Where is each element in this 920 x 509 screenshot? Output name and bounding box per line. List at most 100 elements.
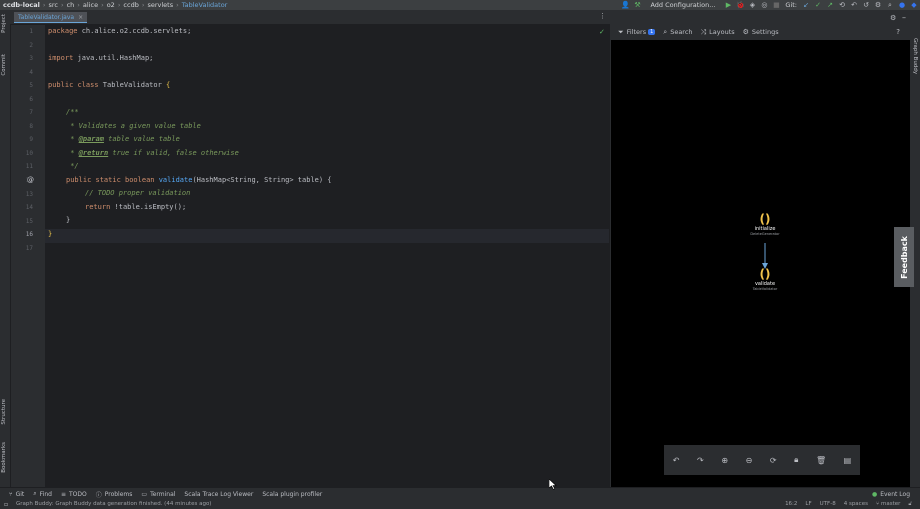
breadcrumb-alice[interactable]: alice — [80, 1, 101, 9]
breadcrumb-src[interactable]: src — [45, 1, 61, 9]
git-label: Git: — [785, 1, 797, 9]
tab-layouts[interactable]: ⤨ Layouts — [701, 28, 735, 37]
breadcrumb-project[interactable]: ccdb-local — [0, 1, 43, 9]
tool-tab-find[interactable]: ⌕ Find — [33, 490, 52, 498]
line-number: 5 — [29, 82, 33, 89]
search-everywhere-icon[interactable]: ⌕ — [886, 1, 894, 9]
save-image-icon[interactable]: ▤ — [844, 456, 852, 465]
method-node-icon: () — [759, 212, 771, 226]
help-icon[interactable]: ? — [896, 28, 900, 36]
feedback-button[interactable]: Feedback — [894, 227, 914, 287]
method-node-icon: () — [759, 267, 771, 281]
structure-tool-button[interactable]: Structure — [1, 399, 7, 425]
code-line: * @param table value table — [66, 135, 180, 143]
filters-badge: 1 — [648, 29, 656, 35]
user-icon[interactable]: 👤 — [621, 1, 630, 9]
assistant-icon[interactable]: ◆ — [910, 1, 918, 9]
tool-tab-scala-trace[interactable]: Scala Trace Log Viewer — [184, 491, 253, 498]
editor-tab-strip: TableValidator.java × ⋮ — [10, 10, 610, 25]
graph-canvas[interactable]: () initialize DeleteGenerator () validat… — [611, 40, 910, 487]
current-line-highlight — [45, 229, 609, 243]
add-configuration-button[interactable]: Add Configuration... — [647, 1, 718, 9]
coverage-icon[interactable]: ◈ — [748, 1, 756, 9]
lock-icon[interactable]: 🔒︎ — [794, 455, 798, 465]
breadcrumb-servlets[interactable]: servlets — [144, 1, 176, 9]
breadcrumb-ch[interactable]: ch — [64, 1, 78, 9]
tool-tab-problems[interactable]: ⓘ Problems — [96, 490, 133, 499]
zoom-in-icon[interactable]: ⊕ — [721, 456, 728, 465]
project-tool-button[interactable]: Project — [1, 14, 7, 33]
splitter[interactable] — [609, 24, 610, 487]
search-icon: ⌕ — [33, 490, 37, 497]
method-marker-icon[interactable]: @ — [27, 176, 34, 184]
git-push-icon[interactable]: ↗ — [826, 1, 834, 9]
git-commit-icon[interactable]: ✓ — [814, 1, 822, 9]
line-number: 3 — [29, 55, 33, 62]
caret-position[interactable]: 16:2 — [785, 501, 797, 508]
commit-tool-button[interactable]: Commit — [1, 54, 7, 76]
line-number: 11 — [25, 163, 33, 170]
debug-icon[interactable]: 🐞 — [736, 1, 745, 9]
stop-icon[interactable]: ■ — [772, 1, 780, 9]
code-line: return !table.isEmpty(); — [85, 203, 187, 211]
graph-buddy-toolbar: ⏷ Filters 1 ⌕ Search ⤨ Layouts ⚙ Setting… — [610, 24, 910, 40]
trash-icon[interactable]: 🗑︎ — [816, 456, 826, 465]
line-number: 9 — [29, 136, 33, 143]
todo-icon: ≡ — [60, 490, 66, 498]
tab-search[interactable]: ⌕ Search — [663, 28, 692, 37]
line-number: 2 — [29, 42, 33, 49]
file-encoding[interactable]: UTF-8 — [820, 501, 836, 508]
bookmarks-tool-button[interactable]: Bookmarks — [1, 442, 7, 473]
profile-icon[interactable]: ◎ — [760, 1, 768, 9]
code-line: package ch.alice.o2.ccdb.servlets; — [48, 27, 192, 35]
tool-tab-todo[interactable]: ≡ TODO — [61, 491, 87, 498]
tool-tab-scala-profiler[interactable]: Scala plugin profiler — [262, 491, 322, 498]
tab-settings[interactable]: ⚙ Settings — [743, 28, 779, 36]
redo-icon[interactable]: ↷ — [697, 456, 704, 465]
graph-buddy-tool-button[interactable]: Graph Buddy — [912, 38, 918, 74]
event-log-button[interactable]: ● Event Log — [872, 491, 910, 498]
hammer-icon[interactable]: ⚒ — [633, 1, 641, 9]
rollback-icon[interactable]: ↶ — [850, 1, 858, 9]
tool-tab-terminal[interactable]: ▭ Terminal — [141, 491, 175, 498]
close-icon[interactable]: × — [78, 14, 83, 21]
line-number: 13 — [25, 191, 33, 198]
run-icon[interactable]: ▶ — [724, 1, 732, 9]
code-editor[interactable]: package ch.alice.o2.ccdb.servlets; impor… — [45, 25, 609, 487]
breadcrumb-file[interactable]: TableValidator — [179, 1, 231, 9]
git-branch[interactable]: ⑂ master — [876, 501, 900, 508]
graph-node[interactable]: () validate TableValidator — [735, 267, 795, 291]
refresh-icon[interactable]: ⟳ — [770, 456, 777, 465]
undo-icon[interactable]: ↺ — [862, 1, 870, 9]
jetbrains-icon[interactable]: ● — [898, 1, 906, 9]
breadcrumb-ccdb[interactable]: ccdb — [120, 1, 141, 9]
graph-toolbar: ↶ ↷ ⊕ ⊖ ⟳ 🔒︎ 🗑︎ ▤ — [664, 445, 860, 475]
breadcrumb-o2[interactable]: o2 — [104, 1, 118, 9]
status-icon: ▫ — [3, 500, 9, 508]
more-tabs-icon[interactable]: ⋮ — [599, 12, 606, 20]
lock-icon[interactable]: 🔓︎ — [908, 501, 912, 508]
undo-icon[interactable]: ↶ — [673, 456, 680, 465]
node-class: TableValidator — [752, 287, 778, 291]
tab-filters[interactable]: ⏷ Filters 1 — [618, 28, 656, 37]
gear-icon[interactable]: ⚙ — [890, 14, 896, 22]
zoom-out-icon[interactable]: ⊖ — [746, 456, 753, 465]
indent-setting[interactable]: 4 spaces — [844, 501, 868, 508]
status-message[interactable]: Graph Buddy: Graph Buddy data generation… — [16, 501, 211, 507]
minimize-icon[interactable]: – — [902, 13, 906, 22]
tool-tab-git[interactable]: ⑂ Git — [9, 491, 24, 498]
settings-icon[interactable]: ⚙ — [874, 1, 882, 9]
inspection-ok-icon[interactable]: ✓ — [599, 28, 605, 36]
line-number: 8 — [29, 123, 33, 130]
graph-node[interactable]: () initialize DeleteGenerator — [735, 212, 795, 236]
line-number: 15 — [25, 218, 33, 225]
git-fetch-icon[interactable]: ↙ — [802, 1, 810, 9]
mouse-cursor — [549, 479, 557, 490]
code-line: public class TableValidator { — [48, 81, 171, 89]
tab-table-validator[interactable]: TableValidator.java × — [14, 12, 88, 23]
code-line: /** — [66, 108, 79, 116]
line-separator[interactable]: LF — [805, 501, 811, 508]
left-tool-strip: Project Commit Structure Bookmarks — [0, 10, 11, 487]
code-line: public static boolean validate(HashMap<S… — [66, 176, 332, 184]
history-icon[interactable]: ⟲ — [838, 1, 846, 9]
